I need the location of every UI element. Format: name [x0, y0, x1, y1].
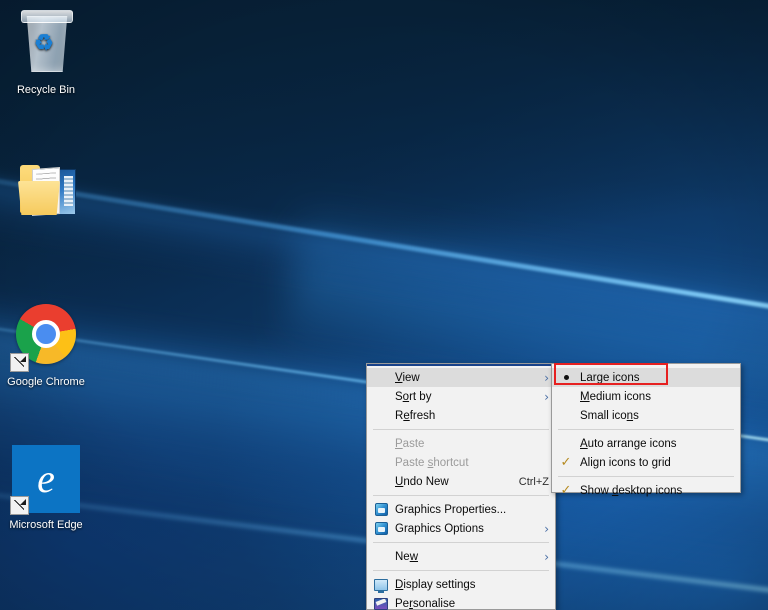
check-mark-slot: ✓ [552, 484, 580, 497]
submenu-item-medium-icons[interactable]: Medium icons [552, 387, 740, 406]
check-icon: ✓ [560, 455, 572, 470]
menu-item-accelerator: Ctrl+Z [518, 475, 549, 488]
menu-item-new[interactable]: New › [367, 547, 555, 566]
menu-item-label: Graphics Options [395, 522, 484, 535]
menu-separator [373, 542, 549, 543]
chevron-right-icon: › [544, 370, 549, 385]
chrome-icon [10, 300, 82, 372]
menu-accent-bar [367, 364, 555, 366]
submenu-item-label: Small icons [580, 409, 639, 422]
menu-item-label: Personalise [395, 597, 456, 610]
desktop[interactable]: ♻ Recycle Bin Google Chrome e Microsoft … [0, 0, 768, 610]
chevron-right-icon: › [544, 521, 549, 536]
radio-bullet-icon [563, 375, 569, 380]
menu-item-label: Graphics Properties... [395, 503, 507, 516]
desktop-icon-google-chrome[interactable]: Google Chrome [2, 300, 90, 389]
menu-separator [373, 429, 549, 430]
submenu-item-label: Auto arrange icons [580, 437, 677, 450]
monitor-icon [374, 578, 388, 593]
menu-item-label: Display settings [395, 578, 476, 591]
menu-item-icon-slot [367, 578, 395, 593]
submenu-item-label: Align icons to grid [580, 456, 671, 469]
menu-item-label: New [395, 550, 419, 563]
menu-item-label: Paste [395, 437, 425, 450]
check-icon: ✓ [560, 483, 572, 498]
chevron-right-icon: › [544, 549, 549, 564]
desktop-icon-microsoft-edge[interactable]: e Microsoft Edge [2, 443, 90, 532]
edge-icon: e [10, 443, 82, 515]
menu-item-icon-slot [367, 522, 395, 535]
menu-item-display-settings[interactable]: Display settings [367, 575, 555, 594]
submenu-item-large-icons[interactable]: Large icons [552, 368, 740, 387]
check-mark-slot: ✓ [552, 456, 580, 469]
shortcut-arrow-icon [10, 353, 29, 372]
desktop-icon-open-folder[interactable] [2, 155, 90, 231]
submenu-item-show-desktop-icons[interactable]: ✓ Show desktop icons [552, 481, 740, 500]
menu-separator [373, 570, 549, 571]
submenu-item-small-icons[interactable]: Small icons [552, 406, 740, 425]
menu-separator [373, 495, 549, 496]
menu-item-paste: Paste [367, 434, 555, 453]
submenu-item-align-icons-to-grid[interactable]: ✓ Align icons to grid [552, 453, 740, 472]
submenu-item-auto-arrange-icons[interactable]: Auto arrange icons [552, 434, 740, 453]
menu-item-label: Paste shortcut [395, 456, 469, 469]
menu-item-sort-by[interactable]: Sort by › [367, 387, 555, 406]
menu-item-label: Sort by [395, 390, 432, 403]
menu-item-graphics-properties[interactable]: Graphics Properties... [367, 500, 555, 519]
desktop-icon-recycle-bin[interactable]: ♻ Recycle Bin [2, 8, 90, 97]
submenu-separator [558, 429, 734, 430]
graphics-icon [374, 522, 388, 535]
desktop-icon-label: Google Chrome [7, 376, 85, 388]
menu-item-label: View [395, 371, 420, 384]
desktop-icon-label: Recycle Bin [16, 84, 76, 96]
graphics-icon [374, 503, 388, 516]
desktop-context-menu[interactable]: View › Sort by › Refresh Paste Paste sho… [366, 363, 556, 610]
menu-item-icon-slot [367, 503, 395, 516]
menu-item-label: Refresh [395, 409, 436, 422]
radio-mark-slot [552, 375, 580, 380]
recycle-symbol: ♻ [34, 30, 54, 55]
view-submenu[interactable]: Large icons Medium icons Small icons Aut… [551, 363, 741, 497]
menu-item-view[interactable]: View › [367, 368, 555, 387]
submenu-separator [558, 476, 734, 477]
menu-item-label: Undo New [395, 475, 449, 488]
desktop-icon-label: Microsoft Edge [9, 519, 83, 531]
menu-item-personalise[interactable]: Personalise [367, 594, 555, 610]
open-folder-icon [10, 155, 82, 227]
menu-item-icon-slot [367, 597, 395, 610]
menu-item-paste-shortcut: Paste shortcut [367, 453, 555, 472]
submenu-item-label: Medium icons [580, 390, 651, 403]
menu-item-undo-new[interactable]: Undo New Ctrl+Z [367, 472, 555, 491]
menu-item-graphics-options[interactable]: Graphics Options › [367, 519, 555, 538]
recycle-bin-icon: ♻ [10, 8, 82, 80]
personalise-icon [374, 597, 388, 610]
submenu-item-label: Large icons [580, 371, 640, 384]
shortcut-arrow-icon [10, 496, 29, 515]
chevron-right-icon: › [544, 389, 549, 404]
menu-item-refresh[interactable]: Refresh [367, 406, 555, 425]
submenu-item-label: Show desktop icons [580, 484, 683, 497]
